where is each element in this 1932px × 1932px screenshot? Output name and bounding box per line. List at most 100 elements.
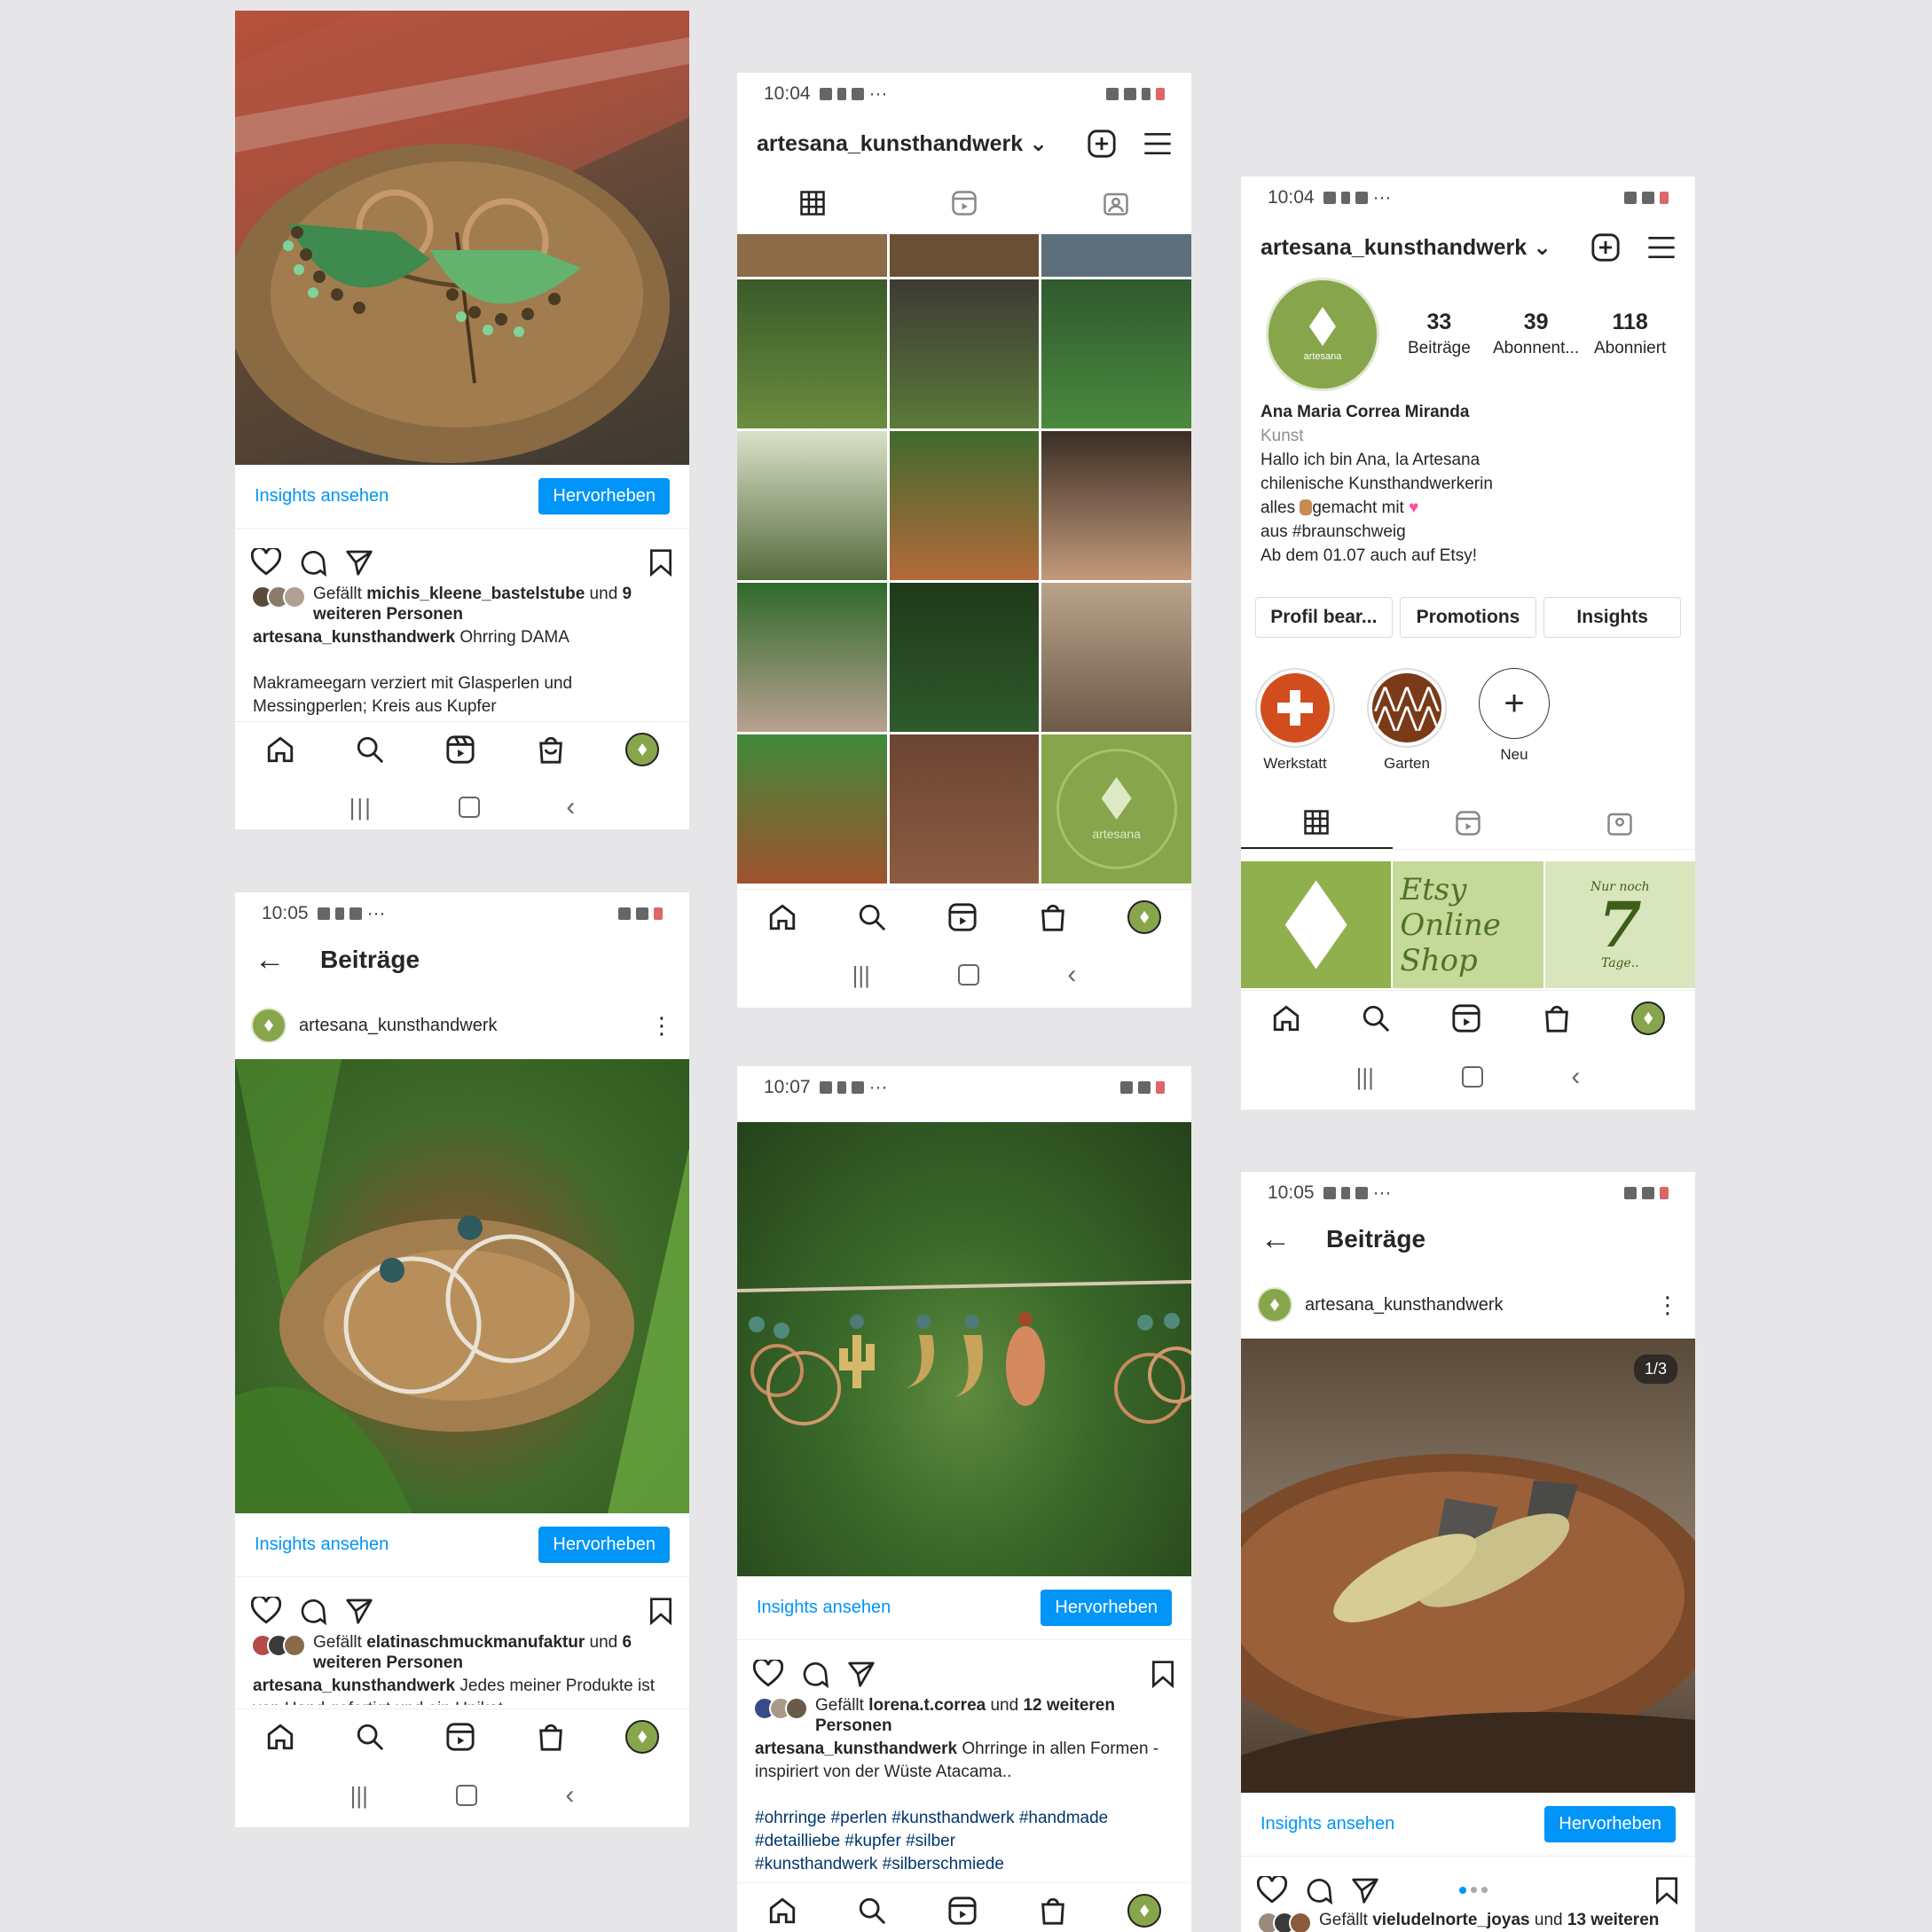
insights-link[interactable]: Insights ansehen xyxy=(255,1535,389,1555)
back-arrow-icon[interactable]: ← xyxy=(255,943,285,978)
grid-post[interactable] xyxy=(737,431,887,580)
back-button-icon[interactable]: ‹ xyxy=(1067,960,1076,990)
home-icon[interactable] xyxy=(265,1722,295,1752)
hashtags[interactable]: #ohrringe #perlen #kunsthandwerk #handma… xyxy=(755,1809,1108,1873)
stat-followers[interactable]: 39 Abonnent... xyxy=(1493,310,1579,358)
share-icon[interactable] xyxy=(345,1597,373,1625)
share-icon[interactable] xyxy=(847,1660,876,1688)
search-icon[interactable] xyxy=(857,902,887,932)
post-image-silver-hoops[interactable] xyxy=(235,1059,689,1513)
post-avatar[interactable] xyxy=(251,1008,287,1043)
profile-avatar-icon[interactable] xyxy=(625,1720,660,1754)
highlight-werkstatt[interactable]: Werkstatt xyxy=(1255,668,1335,773)
comment-icon[interactable] xyxy=(1305,1876,1333,1905)
reels-icon[interactable] xyxy=(1451,1003,1481,1033)
boost-button[interactable]: Hervorheben xyxy=(1041,1590,1172,1626)
comment-icon[interactable] xyxy=(299,1597,327,1625)
grid-post[interactable] xyxy=(889,734,1040,884)
grid-post[interactable] xyxy=(1041,431,1191,580)
home-button-icon[interactable] xyxy=(958,964,980,986)
heart-icon[interactable] xyxy=(251,1597,281,1625)
comment-icon[interactable] xyxy=(299,548,327,577)
tab-grid[interactable] xyxy=(1241,797,1393,849)
boost-button[interactable]: Hervorheben xyxy=(538,478,670,514)
shop-icon[interactable] xyxy=(1038,902,1068,932)
bookmark-icon[interactable] xyxy=(648,548,673,577)
username-dropdown[interactable]: artesana_kunsthandwerk ⌄ xyxy=(757,130,1048,157)
back-arrow-icon[interactable]: ← xyxy=(1261,1222,1291,1257)
new-post-icon[interactable] xyxy=(1087,129,1117,159)
profile-avatar-icon[interactable] xyxy=(625,733,660,766)
home-icon[interactable] xyxy=(265,734,295,765)
menu-icon[interactable] xyxy=(1647,235,1676,260)
reels-icon[interactable] xyxy=(445,734,475,765)
grid-post[interactable] xyxy=(737,734,887,884)
home-button-icon[interactable] xyxy=(456,1785,478,1806)
profile-avatar-icon[interactable] xyxy=(1127,900,1162,934)
profile-avatar-icon[interactable] xyxy=(1127,1894,1162,1928)
back-button-icon[interactable]: ‹ xyxy=(565,1780,574,1810)
tab-reels[interactable] xyxy=(1393,797,1544,849)
grid-post[interactable] xyxy=(889,279,1040,428)
recent-apps-icon[interactable]: ||| xyxy=(349,794,373,821)
new-post-icon[interactable] xyxy=(1590,232,1621,263)
shop-icon[interactable] xyxy=(1038,1896,1068,1926)
insights-link[interactable]: Insights ansehen xyxy=(757,1598,891,1618)
profile-avatar[interactable]: artesana xyxy=(1266,278,1379,391)
share-icon[interactable] xyxy=(345,548,373,577)
heart-icon[interactable] xyxy=(251,548,281,577)
shop-icon[interactable] xyxy=(1542,1003,1572,1033)
recent-apps-icon[interactable]: ||| xyxy=(852,962,870,989)
grid-post[interactable] xyxy=(1041,583,1191,732)
back-button-icon[interactable]: ‹ xyxy=(1571,1062,1580,1092)
tab-grid[interactable] xyxy=(737,177,889,229)
heart-icon[interactable] xyxy=(753,1660,783,1688)
grid-post[interactable] xyxy=(889,431,1040,580)
shop-icon[interactable] xyxy=(536,734,566,765)
search-icon[interactable] xyxy=(355,734,385,765)
tab-tagged[interactable] xyxy=(1040,177,1191,229)
home-icon[interactable] xyxy=(767,902,797,932)
heart-icon[interactable] xyxy=(1257,1876,1287,1905)
bookmark-icon[interactable] xyxy=(1654,1876,1679,1905)
post-username[interactable]: artesana_kunsthandwerk xyxy=(299,1016,497,1036)
grid-post[interactable] xyxy=(889,583,1040,732)
profile-avatar-icon[interactable] xyxy=(1631,1001,1666,1035)
back-button-icon[interactable]: ‹ xyxy=(566,792,575,822)
grid-post-logo[interactable]: artesana xyxy=(1041,734,1191,884)
edit-profile-button[interactable]: Profil bear... xyxy=(1255,597,1393,638)
search-icon[interactable] xyxy=(1361,1003,1391,1033)
post-username[interactable]: artesana_kunsthandwerk xyxy=(1305,1295,1503,1315)
more-options-icon[interactable]: ⋮ xyxy=(1656,1292,1679,1319)
home-icon[interactable] xyxy=(767,1896,797,1926)
username-dropdown[interactable]: artesana_kunsthandwerk ⌄ xyxy=(1261,234,1551,261)
menu-icon[interactable] xyxy=(1143,131,1172,156)
boost-button[interactable]: Hervorheben xyxy=(1544,1806,1676,1842)
insights-button[interactable]: Insights xyxy=(1543,597,1681,638)
grid-post[interactable] xyxy=(889,234,1040,277)
post-image-green-earrings[interactable] xyxy=(235,11,689,465)
grid-post[interactable] xyxy=(1041,234,1191,277)
more-options-icon[interactable]: ⋮ xyxy=(650,1012,673,1040)
stat-posts[interactable]: 33 Beiträge xyxy=(1408,310,1471,358)
home-button-icon[interactable] xyxy=(1462,1066,1484,1088)
grid-post[interactable] xyxy=(737,583,887,732)
highlight-garten[interactable]: ⋀⋀⋀ ⋀⋀⋀ Garten xyxy=(1367,668,1447,773)
reels-icon[interactable] xyxy=(445,1722,475,1752)
reels-icon[interactable] xyxy=(947,1896,978,1926)
promotions-button[interactable]: Promotions xyxy=(1399,597,1537,638)
post-avatar[interactable] xyxy=(1257,1287,1292,1323)
home-icon[interactable] xyxy=(1271,1003,1301,1033)
bookmark-icon[interactable] xyxy=(1151,1660,1175,1688)
grid-post[interactable] xyxy=(737,234,887,277)
reels-icon[interactable] xyxy=(947,902,978,932)
comment-icon[interactable] xyxy=(801,1660,829,1688)
post-image-earrings-on-wire[interactable] xyxy=(737,1122,1191,1576)
grid-post[interactable] xyxy=(737,279,887,428)
post-image-brass-earrings[interactable]: 1/3 xyxy=(1241,1339,1695,1793)
search-icon[interactable] xyxy=(857,1896,887,1926)
tab-reels[interactable] xyxy=(889,177,1041,229)
insights-link[interactable]: Insights ansehen xyxy=(255,486,389,507)
stat-following[interactable]: 118 Abonniert xyxy=(1594,310,1666,358)
recent-apps-icon[interactable]: ||| xyxy=(1356,1064,1374,1091)
